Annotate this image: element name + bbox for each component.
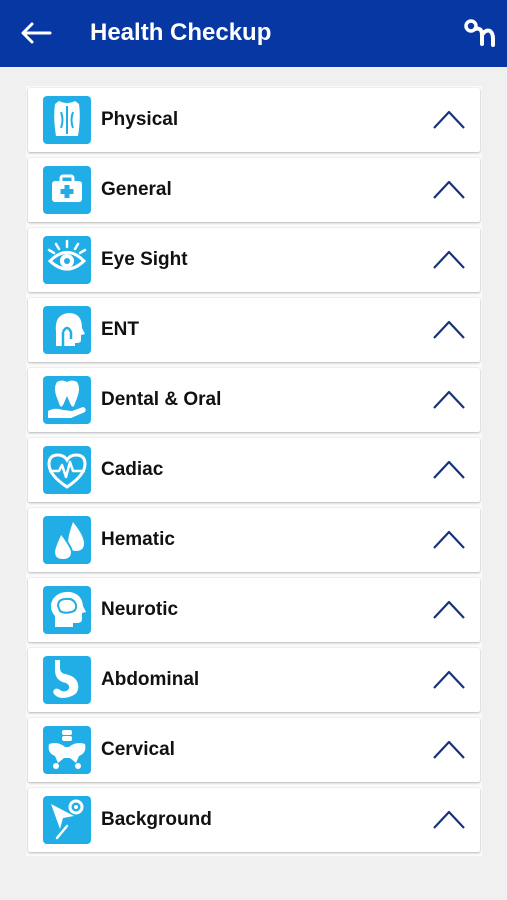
chevron-up-icon[interactable] — [432, 596, 466, 624]
category-label: Dental & Oral — [101, 389, 222, 410]
stomach-icon — [53, 660, 79, 698]
body-icon — [54, 101, 80, 136]
category-icon-tile — [43, 796, 91, 844]
category-icon-tile — [43, 306, 91, 354]
tooth-icon — [48, 380, 86, 418]
chevron-up-icon[interactable] — [432, 806, 466, 834]
chevron-up-icon[interactable] — [432, 666, 466, 694]
chevron-up-icon[interactable] — [432, 736, 466, 764]
medical-kit-icon — [52, 174, 82, 202]
app-logo-icon — [464, 19, 495, 47]
category-item-physical[interactable]: Physical — [28, 88, 480, 152]
category-label: Cervical — [101, 739, 175, 760]
chevron-up-icon[interactable] — [432, 106, 466, 134]
head-ent-icon — [55, 313, 85, 346]
chevron-up-icon[interactable] — [432, 456, 466, 484]
arrow-left-icon — [21, 22, 52, 44]
app-bar: Health Checkup — [0, 0, 507, 67]
chevron-up-icon[interactable] — [432, 386, 466, 414]
chevron-up-icon[interactable] — [432, 246, 466, 274]
category-item-hematic[interactable]: Hematic — [28, 508, 480, 572]
chevron-up-icon[interactable] — [432, 526, 466, 554]
category-label: Physical — [101, 109, 179, 130]
category-item-cervical[interactable]: Cervical — [28, 718, 480, 782]
category-label: Hematic — [101, 529, 175, 550]
category-item-dental-and-oral[interactable]: Dental & Oral — [28, 368, 480, 432]
chevron-up-icon[interactable] — [432, 176, 466, 204]
category-item-abdominal[interactable]: Abdominal — [28, 648, 480, 712]
category-icon-tile — [43, 586, 91, 634]
heartbeat-icon — [47, 453, 87, 489]
eye-icon — [47, 239, 87, 271]
category-label: Neurotic — [101, 599, 179, 620]
category-label: General — [101, 179, 172, 200]
blood-drops-icon — [52, 522, 84, 562]
cursor-target-icon — [51, 799, 84, 840]
category-icon-tile — [43, 166, 91, 214]
category-item-background[interactable]: Background — [28, 788, 480, 852]
category-icon-tile — [43, 656, 91, 704]
category-icon-tile — [43, 236, 91, 284]
checkup-category-list[interactable]: Physical General Eye Sight ENT Dental & Oral… — [26, 86, 482, 856]
category-icon-tile — [43, 516, 91, 564]
category-icon-tile — [43, 96, 91, 144]
category-item-neurotic[interactable]: Neurotic — [28, 578, 480, 642]
brain-icon — [50, 591, 86, 627]
back-button[interactable] — [16, 16, 56, 50]
app-logo-button[interactable] — [461, 16, 499, 50]
category-item-cadiac[interactable]: Cadiac — [28, 438, 480, 502]
pelvis-icon — [48, 730, 86, 769]
category-item-ent[interactable]: ENT — [28, 298, 480, 362]
category-item-eye-sight[interactable]: Eye Sight — [28, 228, 480, 292]
category-icon-tile — [43, 376, 91, 424]
category-label: Abdominal — [101, 669, 200, 690]
page-title: Health Checkup — [90, 19, 272, 46]
category-label: Eye Sight — [101, 249, 188, 270]
bottom-area — [0, 856, 507, 900]
category-label: Cadiac — [101, 459, 164, 480]
category-label: Background — [101, 809, 212, 830]
chevron-up-icon[interactable] — [432, 316, 466, 344]
category-item-general[interactable]: General — [28, 158, 480, 222]
category-icon-tile — [43, 726, 91, 774]
category-icon-tile — [43, 446, 91, 494]
category-label: ENT — [101, 319, 139, 340]
